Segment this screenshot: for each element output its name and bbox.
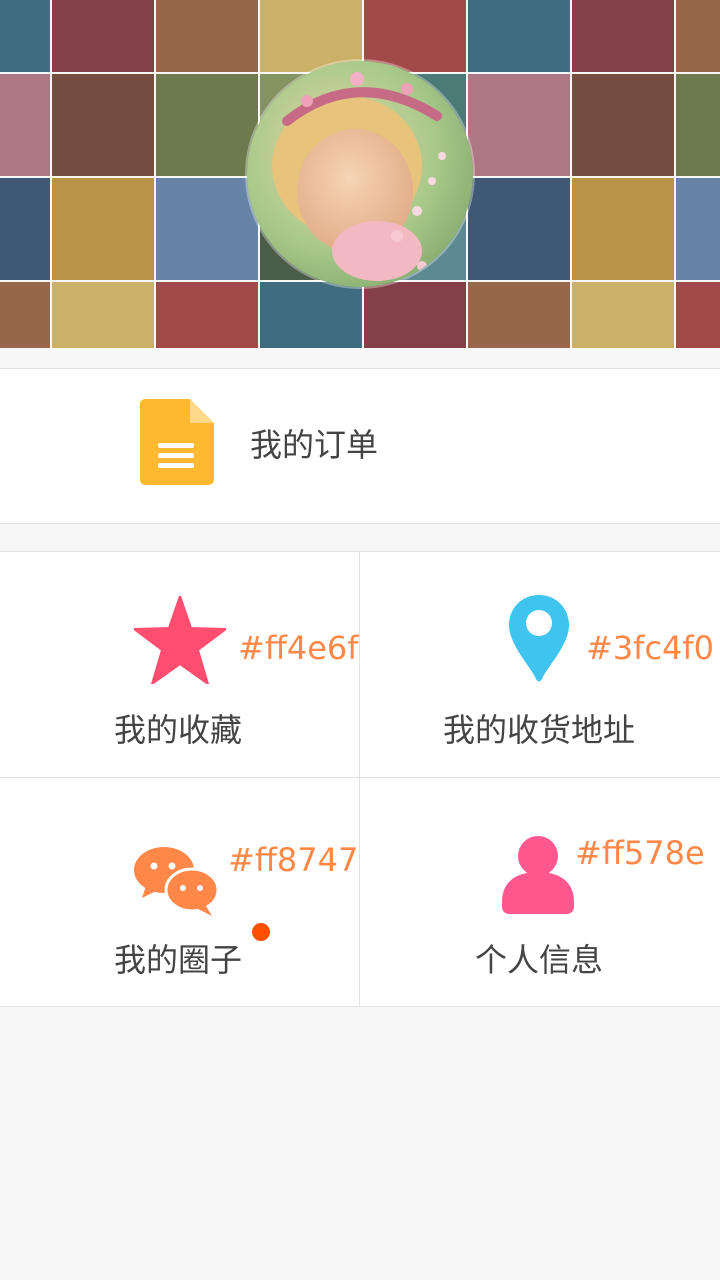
mosaic-tile xyxy=(156,178,258,280)
my-orders-label: 我的订单 xyxy=(250,426,379,464)
mosaic-tile xyxy=(156,0,258,72)
location-pin-icon xyxy=(509,595,569,682)
mosaic-tile xyxy=(676,0,720,72)
my-circle-label: 我的圈子 xyxy=(114,941,243,979)
mosaic-tile xyxy=(0,282,50,348)
mosaic-tile xyxy=(676,74,720,176)
chat-bubbles-icon xyxy=(134,847,220,916)
address-color-hex: #3fc4f0 xyxy=(586,629,715,667)
mosaic-tile xyxy=(364,282,466,348)
personal-info-cell[interactable]: #ff578e 个人信息 xyxy=(360,778,720,1006)
mosaic-tile xyxy=(156,74,258,176)
avatar-image xyxy=(247,61,473,287)
personal-info-label: 个人信息 xyxy=(475,941,604,979)
document-icon xyxy=(140,399,214,485)
my-address-cell[interactable]: #3fc4f0 我的收货地址 xyxy=(360,552,720,777)
my-circle-cell[interactable]: #ff8747 我的圈子 xyxy=(0,778,359,1006)
profile-header xyxy=(0,0,720,348)
mosaic-tile xyxy=(676,178,720,280)
favorites-color-hex: #ff4e6f xyxy=(238,629,359,667)
mosaic-tile xyxy=(260,282,362,348)
mosaic-tile xyxy=(468,282,570,348)
mosaic-tile xyxy=(52,0,154,72)
my-address-label: 我的收货地址 xyxy=(443,711,636,749)
mosaic-tile xyxy=(572,0,674,72)
mosaic-tile xyxy=(572,74,674,176)
star-icon xyxy=(134,596,226,684)
profile-avatar[interactable] xyxy=(245,59,475,289)
my-favorites-label: 我的收藏 xyxy=(114,711,243,749)
mosaic-tile xyxy=(572,178,674,280)
mosaic-tile xyxy=(52,178,154,280)
mosaic-tile xyxy=(468,74,570,176)
mosaic-tile xyxy=(572,282,674,348)
my-favorites-cell[interactable]: #ff4e6f 我的收藏 xyxy=(0,552,359,777)
mosaic-tile xyxy=(468,0,570,72)
mosaic-tile xyxy=(52,282,154,348)
mosaic-tile xyxy=(0,0,50,72)
mosaic-tile xyxy=(0,74,50,176)
notification-badge xyxy=(252,923,270,941)
mosaic-tile xyxy=(52,74,154,176)
user-icon xyxy=(502,836,574,914)
profile-color-hex: #ff578e xyxy=(575,834,705,872)
my-orders-row[interactable]: 我的订单 xyxy=(0,368,720,524)
mosaic-tile xyxy=(468,178,570,280)
mosaic-tile xyxy=(676,282,720,348)
mosaic-tile xyxy=(156,282,258,348)
mosaic-tile xyxy=(0,178,50,280)
menu-grid: #ff4e6f 我的收藏 #3fc4f0 我的收货地址 #ff8747 我的圈子 xyxy=(0,551,720,1007)
circle-color-hex: #ff8747 xyxy=(228,841,359,879)
